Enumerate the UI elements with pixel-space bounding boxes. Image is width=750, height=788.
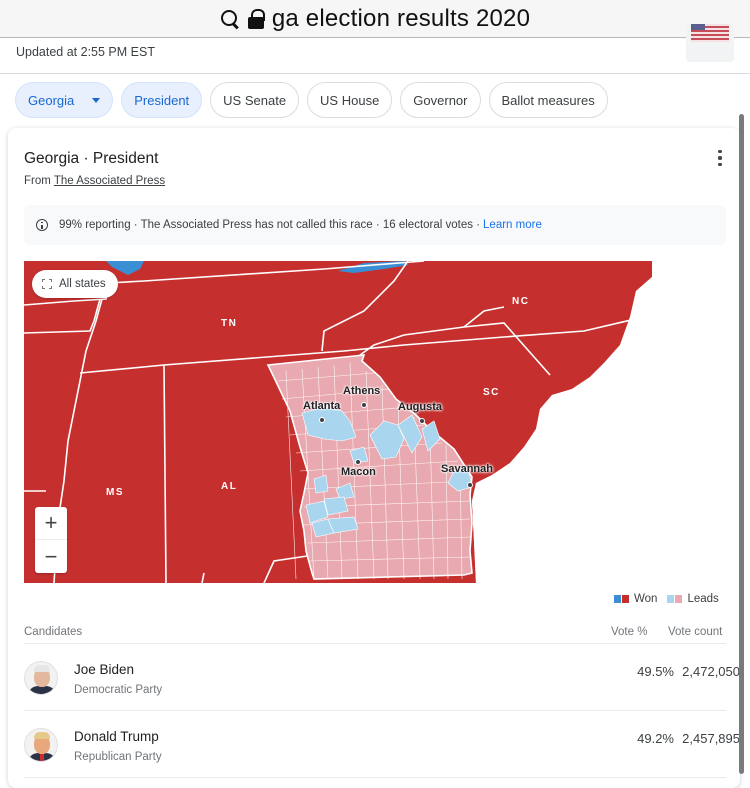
- candidate-row[interactable]: Donald Trump Republican Party 49.2% 2,45…: [24, 712, 740, 778]
- chip-georgia[interactable]: Georgia: [15, 82, 114, 118]
- candidate-name: Joe Biden: [74, 662, 135, 677]
- source-link[interactable]: The Associated Press: [54, 175, 165, 187]
- chip-governor[interactable]: Governor: [400, 82, 481, 118]
- flag-canton: [691, 24, 705, 30]
- state-label-tn: TN: [221, 318, 238, 329]
- learn-more-link[interactable]: Learn more: [483, 219, 542, 231]
- map-legend: Won Leads: [614, 593, 729, 605]
- chip-ballot-measures[interactable]: Ballot measures: [488, 82, 608, 118]
- chip-label: President: [134, 92, 190, 108]
- state-label-nc: NC: [512, 296, 530, 307]
- results-card: Georgia · President From The Associated …: [8, 128, 740, 788]
- zoom-in-button[interactable]: +: [35, 507, 67, 540]
- candidate-party: Democratic Party: [74, 684, 163, 696]
- city-marker-atlanta: [319, 417, 325, 423]
- chip-us-senate[interactable]: US Senate: [210, 82, 300, 118]
- dem-won-swatch: [614, 595, 621, 603]
- city-label-atlanta: Atlanta: [303, 400, 341, 412]
- info-banner: 99% reporting · The Associated Press has…: [24, 205, 726, 245]
- candidate-vote-count: 2,457,895: [682, 731, 740, 746]
- chip-label: US Senate: [223, 92, 287, 108]
- election-map[interactable]: TN NC SC MS AL Atlanta Athens Augusta Ma…: [24, 261, 726, 583]
- browser-url-bar[interactable]: ga election results 2020: [0, 0, 750, 38]
- avatar-biden: [24, 661, 58, 695]
- chip-label: Georgia: [28, 92, 75, 108]
- filter-chips: Georgia President US Senate US House Gov…: [15, 82, 608, 118]
- updated-timestamp: Updated at 2:55 PM EST: [16, 45, 155, 59]
- candidate-party: Republican Party: [74, 751, 162, 763]
- lock-icon: [247, 8, 265, 30]
- city-label-athens: Athens: [343, 385, 381, 397]
- city-marker-augusta: [419, 418, 425, 424]
- state-label-ms: MS: [106, 487, 124, 498]
- dropdown-caret-icon: [92, 97, 101, 103]
- card-source: From The Associated Press: [24, 175, 165, 187]
- chip-label: Ballot measures: [501, 92, 595, 108]
- us-flag-button[interactable]: [686, 24, 734, 62]
- header-vote-pct: Vote %: [611, 626, 648, 638]
- header-candidates: Candidates: [24, 626, 83, 638]
- zoom-out-button[interactable]: −: [35, 540, 67, 573]
- expand-icon: [42, 279, 52, 289]
- city-marker-macon: [355, 459, 361, 465]
- map-zoom-control: + −: [35, 507, 67, 573]
- city-marker-athens: [361, 402, 367, 408]
- city-marker-savannah: [467, 482, 473, 488]
- dem-leads-swatch: [667, 595, 675, 603]
- avatar-trump: [24, 728, 58, 762]
- legend-leads: Leads: [687, 593, 719, 605]
- city-label-savannah: Savannah: [441, 463, 493, 475]
- results-table-header: Candidates Vote % Vote count: [24, 624, 726, 644]
- info-text: 99% reporting · The Associated Press has…: [59, 219, 481, 231]
- chip-us-house[interactable]: US House: [307, 82, 393, 118]
- page-scrollbar[interactable]: [739, 114, 744, 774]
- chip-label: Governor: [413, 92, 468, 108]
- chip-president[interactable]: President: [121, 82, 203, 118]
- card-title: Georgia · President: [24, 150, 159, 167]
- state-label-sc: SC: [483, 387, 500, 398]
- all-states-button[interactable]: All states: [32, 270, 118, 298]
- header-vote-count: Vote count: [668, 626, 723, 638]
- info-icon: [36, 219, 48, 231]
- candidate-vote-count: 2,472,050: [682, 664, 740, 679]
- city-label-augusta: Augusta: [398, 401, 442, 413]
- more-options-icon[interactable]: [712, 148, 728, 168]
- all-states-label: All states: [59, 278, 106, 290]
- state-label-al: AL: [221, 481, 238, 492]
- url-text[interactable]: ga election results 2020: [272, 5, 530, 33]
- candidate-row[interactable]: Joe Biden Democratic Party 49.5% 2,472,0…: [24, 645, 740, 711]
- city-label-macon: Macon: [341, 466, 376, 478]
- updated-row: Updated at 2:55 PM EST: [0, 38, 750, 74]
- candidate-name: Donald Trump: [74, 729, 159, 744]
- rep-leads-swatch: [675, 595, 683, 603]
- search-icon: [220, 9, 240, 29]
- legend-won: Won: [634, 593, 658, 605]
- map-svg: [24, 261, 726, 583]
- source-prefix: From: [24, 175, 51, 187]
- chip-label: US House: [320, 92, 380, 108]
- rep-won-swatch: [622, 595, 629, 603]
